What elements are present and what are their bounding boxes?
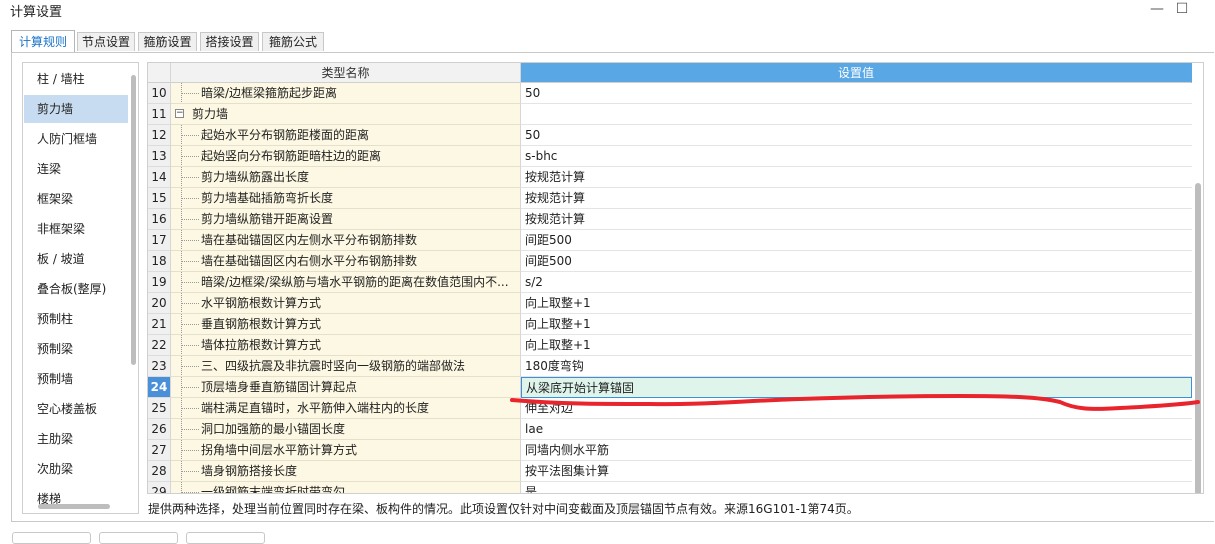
footer-button[interactable] bbox=[99, 532, 178, 544]
setting-description: 提供两种选择，处理当前位置同时存在梁、板构件的情况。此项设置仅针对中间变截面及顶… bbox=[148, 502, 859, 516]
footer-button[interactable] bbox=[186, 532, 265, 544]
footer-button[interactable] bbox=[12, 532, 91, 544]
red-annotation-stroke bbox=[510, 394, 1200, 411]
